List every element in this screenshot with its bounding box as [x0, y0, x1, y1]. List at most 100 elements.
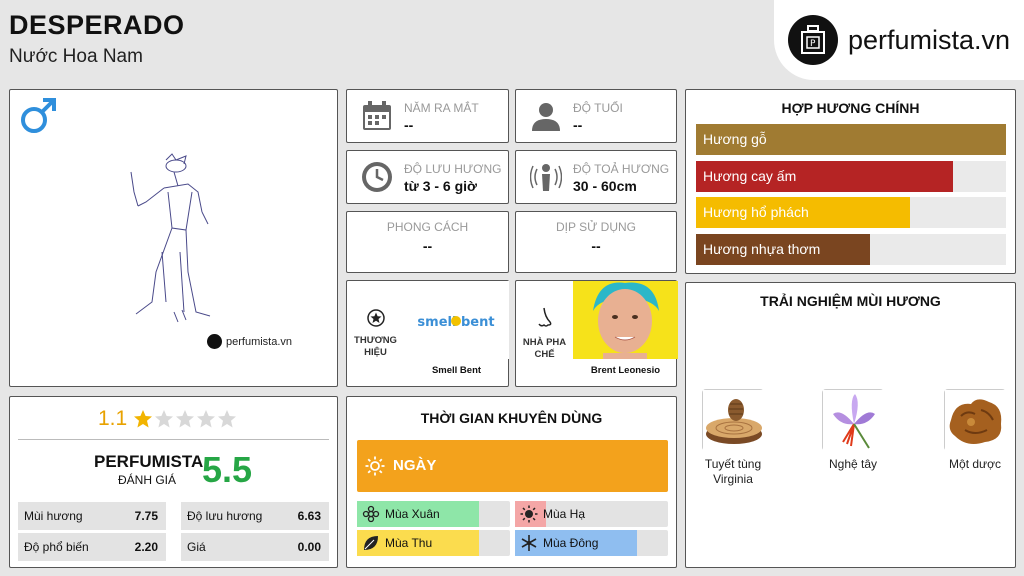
- stat-value: 2.20: [134, 540, 158, 554]
- rating-stars[interactable]: [133, 409, 237, 429]
- note-label: Nghệ tây: [828, 457, 878, 471]
- style-label: PHONG CÁCH: [386, 220, 469, 234]
- myrrh-image: [944, 389, 1007, 452]
- stat-value: 7.75: [134, 509, 158, 523]
- longevity-card: ĐỘ LƯU HƯƠNG từ 3 - 6 giờ: [346, 150, 509, 204]
- stat-value: 0.00: [297, 540, 321, 554]
- watermark-logo-icon: [207, 334, 222, 349]
- perfumer-label: NHÀ PHA CHẾ: [522, 336, 567, 360]
- snowflake-icon: [521, 535, 537, 551]
- perfumer-label-block: NHÀ PHA CHẾ: [516, 281, 573, 386]
- cedar-image: [702, 389, 765, 452]
- day-bar: NGÀY: [357, 440, 668, 492]
- rating-panel: 1.1 PERFUMISTA ĐÁNH GIÁ 5.5 Mùi hương 7.…: [9, 396, 338, 568]
- season-bar: Mùa Hạ: [515, 501, 668, 527]
- product-subtitle: Nước Hoa Nam: [9, 46, 143, 67]
- perfumer-card[interactable]: NHÀ PHA CHẾ Brent Leonesio: [515, 280, 678, 387]
- saffron-image: [822, 389, 885, 452]
- product-sketch-image: [126, 152, 222, 328]
- occasion-label: DỊP SỬ DỤNG: [555, 220, 637, 234]
- season-label: Mùa Thu: [385, 536, 433, 550]
- perfume-bottle-logo-icon: P: [788, 15, 838, 65]
- accord-label: Hương nhựa thơm: [703, 240, 821, 257]
- sun-icon: [520, 505, 538, 523]
- stat-label: Giá: [187, 540, 206, 554]
- perfumista-score: 5.5: [202, 449, 253, 490]
- watermark: perfumista.vn: [207, 334, 292, 349]
- stat-scent: Mùi hương 7.75: [18, 502, 166, 530]
- stat-price: Giá 0.00: [181, 533, 329, 561]
- product-name: DESPERADO: [9, 10, 185, 40]
- perfumer-photo: [573, 281, 678, 359]
- accord-label: Hương hổ phách: [703, 204, 809, 220]
- logo-text: perfumista.vn: [848, 24, 1011, 55]
- person-icon: [532, 103, 560, 131]
- occasion-value: --: [591, 238, 601, 254]
- accord-bar: Hương hổ phách: [696, 197, 1006, 228]
- occasion-card: DỊP SỬ DỤNG --: [515, 211, 677, 273]
- stat-label: Mùi hương: [24, 509, 83, 523]
- note-item[interactable]: Nghệ tây: [808, 389, 898, 472]
- stat-longevity: Độ lưu hương 6.63: [181, 502, 329, 530]
- experience-title: TRẢI NGHIỆM MÙI HƯƠNG: [760, 293, 941, 309]
- divider: [18, 439, 329, 440]
- sillage-value: 30 - 60cm: [573, 178, 637, 194]
- male-symbol-icon: [18, 96, 58, 141]
- day-label: NGÀY: [393, 457, 437, 474]
- perfumista-sub: ĐÁNH GIÁ: [118, 473, 177, 487]
- brand-card[interactable]: THƯƠNG HIỆU smell bent Smell Bent: [346, 280, 509, 387]
- season-label: Mùa Xuân: [385, 507, 440, 521]
- release-year-value: --: [404, 117, 414, 133]
- product-image-panel: perfumista.vn: [9, 89, 338, 387]
- scent-experience-panel: TRẢI NGHIỆM MÙI HƯƠNG Tuyết tùng Virgini…: [685, 282, 1016, 568]
- accord-bar: Hương cay ấm: [696, 160, 1006, 192]
- style-value: --: [422, 238, 433, 254]
- season-label: Mùa Đông: [543, 536, 599, 550]
- site-logo[interactable]: P perfumista.vn: [774, 0, 1024, 80]
- longevity-label: ĐỘ LƯU HƯƠNG: [404, 162, 502, 176]
- perfumista-label: PERFUMISTA: [94, 452, 204, 471]
- age-label: ĐỘ TUỔI: [573, 101, 623, 115]
- stat-value: 6.63: [297, 509, 321, 523]
- season-bar: Mùa Thu: [357, 530, 510, 556]
- brand-label: THƯƠNG HIỆU: [354, 334, 397, 358]
- time-title: THỜI GIAN KHUYÊN DÙNG: [420, 410, 603, 426]
- longevity-value: từ 3 - 6 giờ: [404, 178, 477, 194]
- note-item[interactable]: Một dược: [930, 389, 1020, 472]
- calendar-icon: [363, 101, 391, 130]
- brand-logo-image: smell bent: [404, 281, 509, 359]
- user-rating: 1.1: [98, 407, 237, 431]
- rating-score: 1.1: [98, 407, 128, 430]
- accord-label: Hương gỗ: [703, 131, 767, 147]
- note-item[interactable]: Tuyết tùng Virginia: [688, 389, 778, 487]
- season-bar: Mùa Đông: [515, 530, 668, 556]
- brand-name: Smell Bent: [431, 365, 482, 376]
- star-filled-icon[interactable]: [133, 409, 153, 429]
- note-label: Một dược: [949, 457, 1001, 471]
- stat-label: Độ phổ biến: [24, 540, 89, 554]
- watermark-text: perfumista.vn: [226, 335, 293, 348]
- leaf-icon: [364, 536, 378, 550]
- radiating-person-icon: [530, 164, 562, 191]
- release-year-card: NĂM RA MẮT --: [346, 89, 509, 143]
- clock-icon: [362, 162, 392, 192]
- star-empty-icon[interactable]: [175, 409, 195, 429]
- star-empty-icon[interactable]: [196, 409, 216, 429]
- star-empty-icon[interactable]: [217, 409, 237, 429]
- release-year-label: NĂM RA MẮT: [404, 101, 479, 115]
- stat-popularity: Độ phổ biến 2.20: [18, 533, 166, 561]
- season-bar: Mùa Xuân: [357, 501, 510, 527]
- season-label: Mùa Hạ: [543, 507, 586, 521]
- sillage-label: ĐỘ TOẢ HƯƠNG: [573, 162, 670, 176]
- recommended-time-panel: THỜI GIAN KHUYÊN DÙNG NGÀY Mùa Xuân Mùa H…: [346, 396, 677, 568]
- style-card: PHONG CÁCH --: [346, 211, 509, 273]
- accords-title: HỢP HƯƠNG CHÍNH: [781, 100, 920, 116]
- star-empty-icon[interactable]: [154, 409, 174, 429]
- note-label: Tuyết tùng Virginia: [704, 457, 762, 486]
- flower-icon: [362, 505, 380, 523]
- sillage-card: ĐỘ TOẢ HƯƠNG 30 - 60cm: [515, 150, 677, 204]
- header: DESPERADO Nước Hoa Nam P perfumista.vn: [0, 0, 1024, 82]
- age-value: --: [573, 117, 583, 133]
- accord-bar: Hương gỗ: [696, 124, 1006, 155]
- sun-icon: [365, 456, 385, 476]
